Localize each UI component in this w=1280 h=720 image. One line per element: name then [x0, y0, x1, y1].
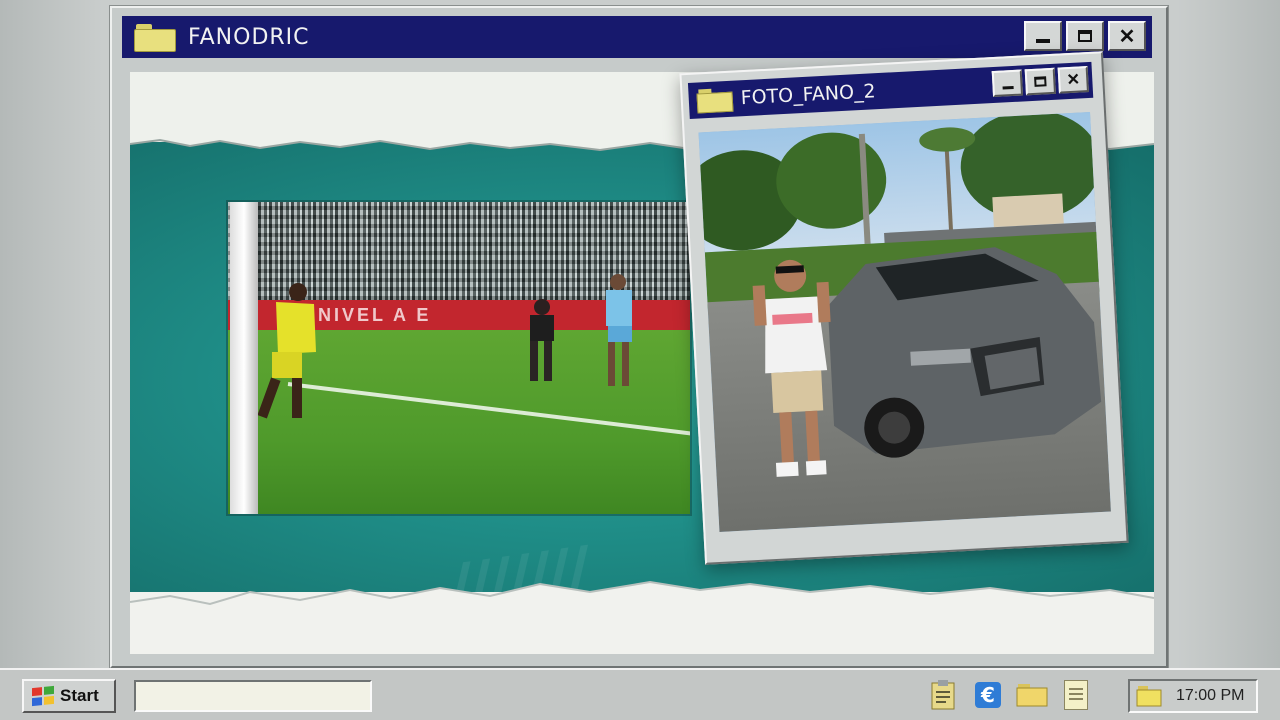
advertising-text: NIVEL A E — [318, 305, 432, 325]
photo-titlebar[interactable]: FOTO_FANO_2 ✕ — [687, 61, 1094, 119]
player-yellow-kit — [258, 283, 316, 419]
tray-folder-icon[interactable] — [1136, 685, 1162, 707]
notepad-icon[interactable] — [1060, 678, 1092, 712]
soccer-video-still: NIVEL A E — [228, 202, 690, 514]
grey-suv — [827, 247, 1102, 458]
browser-e-glyph: € — [975, 682, 1001, 708]
maximize-icon — [1078, 30, 1092, 42]
minimize-icon — [1002, 85, 1014, 90]
photo-window: FOTO_FANO_2 ✕ — [679, 51, 1129, 565]
start-button[interactable]: Start — [22, 679, 116, 713]
minimize-icon — [1036, 39, 1050, 43]
minimize-button[interactable] — [1024, 21, 1062, 51]
photo-maximize-button[interactable] — [1024, 67, 1056, 96]
player-blue-kit — [606, 274, 632, 386]
main-window-title: FANODRIC — [188, 24, 310, 50]
photo-window-title: FOTO_FANO_2 — [740, 80, 877, 110]
folder-icon — [134, 24, 176, 52]
man-in-white-shirt — [752, 259, 831, 477]
windows-logo-icon — [32, 685, 54, 707]
player-dark-kit — [530, 299, 554, 381]
folder-icon — [696, 88, 734, 114]
close-icon: ✕ — [1118, 25, 1136, 48]
folder-icon[interactable] — [1016, 678, 1048, 712]
start-label: Start — [60, 686, 99, 705]
close-icon: ✕ — [1066, 71, 1081, 90]
car-photo — [698, 111, 1111, 532]
torn-edge-bottom — [130, 580, 1154, 622]
main-titlebar[interactable]: FANODRIC ✕ — [122, 16, 1152, 58]
clock[interactable]: 17:00 PM — [1176, 687, 1244, 705]
maximize-button[interactable] — [1066, 21, 1104, 51]
system-tray: 17:00 PM — [1128, 679, 1258, 713]
taskbar: Start € 17:00 PM — [0, 668, 1280, 720]
e-icon[interactable]: € — [972, 678, 1004, 712]
notepad-glyph — [1064, 680, 1088, 710]
close-button[interactable]: ✕ — [1108, 21, 1146, 51]
taskbar-window-slot[interactable] — [134, 680, 372, 712]
photo-close-button[interactable]: ✕ — [1057, 66, 1089, 94]
maximize-icon — [1034, 76, 1047, 87]
quick-launch: € — [928, 678, 1092, 712]
clipboard-icon[interactable] — [928, 678, 960, 712]
photo-minimize-button[interactable] — [991, 69, 1024, 98]
goal-post — [230, 202, 258, 514]
